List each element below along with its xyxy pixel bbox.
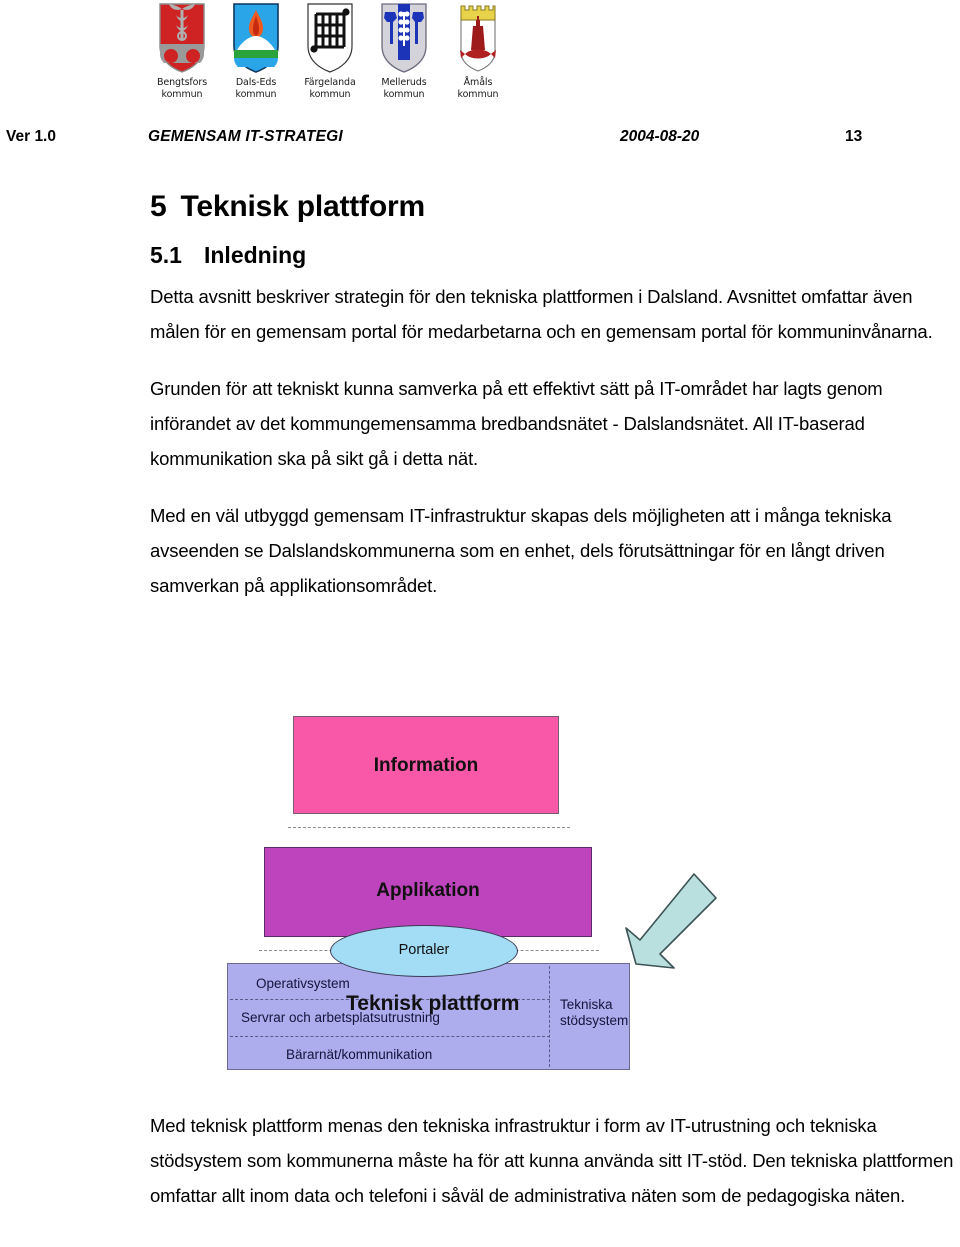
diagram-ellipse-portaler: Portaler [330, 925, 518, 977]
fargelanda-coat-of-arms-icon [305, 2, 355, 74]
section-number: 5 [150, 190, 167, 223]
side-label-line2: stödsystem [560, 1013, 629, 1028]
crest-label: Åmåls kommun [458, 77, 499, 100]
crest-label-line1: Färgelanda [304, 77, 356, 88]
mellerud-coat-of-arms-icon [379, 2, 429, 74]
crest-label-line2: kommun [457, 88, 499, 100]
crest-label-line1: Åmåls [463, 77, 493, 88]
crest-label-line1: Melleruds [381, 77, 427, 88]
subsection-number: 5.1 [150, 242, 182, 268]
header-page-number: 13 [845, 128, 863, 145]
diagram-box-teknisk-plattform-label: Teknisk plattform [346, 992, 520, 1015]
header-version: Ver 1.0 [6, 128, 56, 145]
amal-coat-of-arms-icon [453, 2, 503, 74]
subsection-heading: 5.1 Inledning [150, 242, 950, 269]
section-title-text: Teknisk plattform [180, 190, 426, 223]
dals-ed-coat-of-arms-icon [231, 2, 281, 74]
crest-label-line2: kommun [309, 88, 351, 100]
crest-amal: Åmåls kommun [441, 2, 515, 114]
crest-bengtsfors: Bengtsfors kommun [145, 2, 219, 114]
diagram-box-information-label: Information [373, 755, 479, 776]
diagram-box-teknisk-plattform: Operativsystem Servrar och arbetsplatsut… [227, 963, 630, 1070]
header-title: GEMENSAM IT-STRATEGI [148, 128, 343, 145]
platform-side-label-tekniska-stodsystem: Tekniska stödsystem [560, 997, 628, 1029]
crest-label-line2: kommun [383, 88, 425, 100]
diagram-divider-information-applikation [288, 827, 570, 828]
diagram-box-applikation: Applikation [264, 847, 592, 937]
header-date: 2004-08-20 [620, 128, 700, 145]
subsection-title-text: Inledning [203, 242, 307, 268]
diagram-box-applikation-label: Applikation [376, 880, 480, 901]
crest-label-line2: kommun [161, 88, 203, 100]
crest-dals-ed: Dals-Eds kommun [219, 2, 293, 114]
page-content: 5 Teknisk plattform 5.1 Inledning Detta av… [150, 190, 950, 625]
crest-label-line1: Dals-Eds [235, 77, 277, 88]
crest-label: Färgelanda kommun [304, 77, 355, 100]
platform-row-label-bararnat: Bärarnät/kommunikation [286, 1047, 433, 1062]
crest-mellerud: Melleruds kommun [367, 2, 441, 114]
crest-label: Bengtsfors kommun [157, 77, 207, 100]
crest-label-line1: Bengtsfors [156, 77, 208, 88]
crest-label: Melleruds kommun [381, 77, 426, 100]
bengtsfors-coat-of-arms-icon [157, 2, 207, 74]
page-title: 5 Teknisk plattform [150, 190, 950, 224]
paragraph-infrastructure: Med en väl utbyggd gemensam IT-infrastru… [150, 505, 892, 596]
platform-row-label-operativsystem: Operativsystem [256, 976, 350, 991]
crest-label-line2: kommun [235, 88, 277, 100]
diagram-pointer-arrow-icon [625, 873, 717, 969]
page-footer-content: Med teknisk plattform menas den tekniska… [150, 1108, 956, 1235]
paragraph-intro: Detta avsnitt beskriver strategin för de… [150, 286, 933, 342]
crest-fargelanda: Färgelanda kommun [293, 2, 367, 114]
municipality-crest-row: Bengtsfors kommun Dals-Eds kommun Färgel… [145, 2, 515, 114]
crest-label: Dals-Eds kommun [236, 77, 277, 100]
document-header: Ver 1.0 GEMENSAM IT-STRATEGI 2004-08-20 … [0, 128, 960, 152]
platform-column-divider [549, 966, 550, 1067]
diagram-box-information: Information [293, 716, 559, 814]
side-label-line1: Tekniska [560, 997, 613, 1012]
diagram-ellipse-portaler-label: Portaler [398, 942, 450, 958]
paragraph-platform-definition: Med teknisk plattform menas den tekniska… [150, 1115, 954, 1206]
platform-row-divider-2 [230, 1036, 550, 1037]
paragraph-broadband: Grunden för att tekniskt kunna samverka … [150, 378, 883, 469]
